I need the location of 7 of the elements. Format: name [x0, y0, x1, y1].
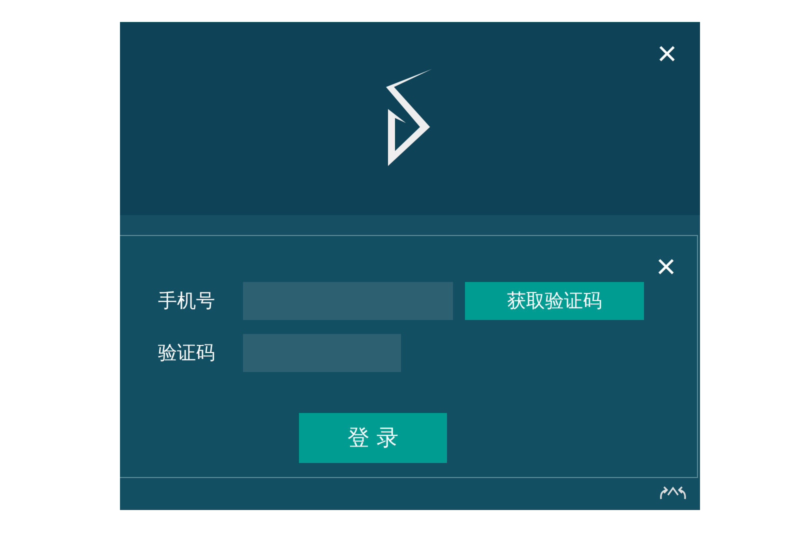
- field-label: 手机号: [158, 289, 216, 314]
- close-button[interactable]: ×: [652, 39, 682, 69]
- code-field[interactable]: [243, 334, 401, 372]
- field-label: 验证码: [158, 341, 216, 366]
- phone-field[interactable]: [243, 282, 453, 320]
- close-button[interactable]: ×: [651, 252, 681, 282]
- arrows-icon[interactable]: [658, 485, 688, 501]
